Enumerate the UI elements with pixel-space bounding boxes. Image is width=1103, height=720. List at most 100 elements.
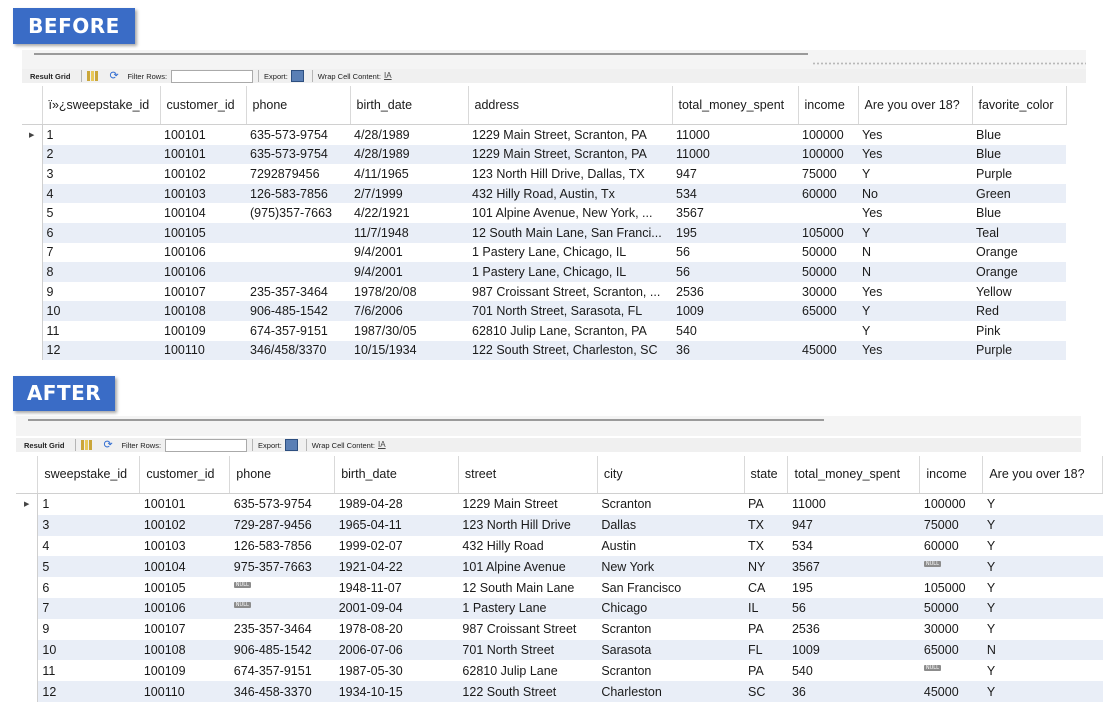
table-cell[interactable]: Blue (972, 144, 1066, 165)
table-row[interactable]: 12 100110 346-458-3370 1934-10-15 122 South … (16, 681, 1103, 702)
table-cell[interactable]: 2536 (672, 282, 798, 302)
table-cell[interactable]: 235-357-3464 (246, 282, 350, 302)
table-cell[interactable]: 11000 (672, 144, 798, 165)
table-cell[interactable]: Yes (858, 203, 972, 223)
table-cell[interactable]: 30000 (920, 619, 983, 640)
table-cell[interactable] (798, 321, 858, 341)
before-column-header-phone[interactable]: phone (246, 86, 351, 125)
table-cell[interactable]: 534 (788, 536, 920, 557)
table-cell[interactable]: Blue (972, 125, 1066, 145)
row-selector[interactable] (22, 203, 43, 223)
table-cell[interactable]: Red (972, 301, 1066, 321)
table-cell[interactable]: 9/4/2001 (350, 243, 468, 263)
table-cell[interactable]: 346/458/3370 (246, 340, 350, 361)
table-cell[interactable]: PA (744, 494, 788, 515)
table-cell[interactable]: 30000 (798, 282, 858, 302)
table-cell[interactable]: 10 (42, 301, 160, 321)
after-column-header-total-money-spent[interactable]: total_money_spent (787, 456, 921, 494)
table-cell[interactable]: 100000 (798, 144, 858, 165)
table-cell[interactable]: 62810 Julip Lane, Scranton, PA (468, 321, 672, 341)
row-selector[interactable] (22, 183, 43, 204)
table-cell[interactable]: 2001-09-04 (334, 597, 459, 619)
table-cell[interactable]: Y (983, 536, 1103, 557)
table-cell[interactable]: 12 South Main Lane (458, 577, 597, 598)
table-cell[interactable]: Y (983, 494, 1103, 515)
table-cell[interactable]: 3567 (787, 556, 920, 578)
row-selector[interactable] (22, 262, 43, 282)
after-column-header-are-you-over-18[interactable]: Are you over 18? (982, 456, 1103, 494)
table-cell[interactable]: 674-357-9151 (230, 660, 335, 681)
before-column-header-total-money-spent[interactable]: total_money_spent (672, 86, 799, 125)
table-cell[interactable]: 11/7/1948 (350, 222, 468, 243)
table-cell[interactable]: FL (744, 639, 788, 661)
table-cell[interactable]: 4/22/1921 (350, 203, 468, 223)
table-cell[interactable]: 100103 (160, 183, 246, 204)
table-row[interactable]: 5 100104 (975)357-7663 4/22/1921 101 Alpine … (22, 203, 1066, 223)
table-cell[interactable]: 12 (42, 340, 160, 361)
row-selector[interactable] (16, 681, 39, 702)
table-cell[interactable]: 906-485-1542 (246, 301, 350, 321)
table-cell[interactable]: NULL (229, 597, 335, 619)
table-cell[interactable]: 1965-04-11 (334, 514, 459, 536)
table-cell[interactable]: N (858, 243, 972, 263)
table-cell[interactable]: N (858, 262, 972, 282)
wrap-cell-icon[interactable]: IA (378, 440, 389, 450)
table-cell[interactable]: 100105 (160, 222, 246, 243)
table-cell[interactable]: 635-573-9754 (246, 144, 350, 165)
table-row[interactable]: 12 100110 346/458/3370 10/15/1934 122 South … (22, 340, 1066, 361)
table-cell[interactable]: 1921-04-22 (334, 556, 459, 578)
table-cell[interactable]: 7/6/2006 (350, 301, 468, 321)
table-cell[interactable]: 6 (42, 222, 160, 243)
table-row[interactable]: 5 100104 975-357-7663 1921-04-22 101 Alpine … (16, 556, 1103, 578)
row-selector[interactable] (22, 340, 43, 361)
table-cell[interactable]: Dallas (597, 514, 745, 536)
table-cell[interactable]: Y (858, 301, 972, 321)
table-cell[interactable]: 1948-11-07 (335, 577, 459, 598)
table-cell[interactable]: PA (744, 619, 788, 640)
table-row[interactable]: 9 100107 235-357-3464 1978/20/08 987 Croissa… (22, 281, 1066, 302)
row-selector[interactable] (16, 618, 39, 640)
table-cell[interactable]: 100110 (139, 681, 230, 702)
table-cell[interactable]: 1987-05-30 (335, 660, 459, 681)
table-cell[interactable]: 105000 (920, 577, 983, 598)
table-cell[interactable]: 9/4/2001 (350, 262, 468, 282)
table-cell[interactable]: 8 (42, 262, 160, 282)
table-cell[interactable]: Y (858, 222, 972, 243)
table-cell[interactable]: 3 (42, 164, 160, 184)
table-cell[interactable]: 1987/30/05 (350, 321, 468, 341)
table-cell[interactable]: 3567 (672, 203, 798, 223)
before-column-header-favorite-color[interactable]: favorite_color (972, 86, 1067, 125)
after-column-header-birth-date[interactable]: birth_date (334, 456, 459, 494)
before-column-header-income[interactable]: income (798, 86, 859, 125)
table-cell[interactable]: 947 (672, 164, 798, 184)
table-cell[interactable]: San Francisco (597, 577, 744, 598)
table-cell[interactable]: Pink (972, 321, 1066, 341)
table-cell[interactable]: 100106 (160, 243, 246, 263)
table-cell[interactable]: Scranton (597, 494, 744, 515)
after-result-grid-tab[interactable]: Result Grid (24, 441, 64, 450)
table-cell[interactable]: 987 Croissant Street, Scranton, ... (468, 282, 672, 302)
table-cell[interactable]: Chicago (597, 597, 745, 619)
table-cell[interactable]: (975)357-7663 (246, 203, 350, 223)
table-cell[interactable]: Y (982, 597, 1103, 619)
table-cell[interactable]: 5 (42, 203, 160, 223)
wrap-cell-icon[interactable]: IA (384, 71, 395, 81)
table-cell[interactable]: 9 (42, 282, 160, 302)
table-row[interactable]: 3 100102 7292879456 4/11/1965 123 North Hill… (22, 164, 1066, 184)
table-cell[interactable]: Y (982, 514, 1103, 536)
table-cell[interactable]: 100108 (139, 639, 230, 661)
row-selector[interactable] (16, 597, 39, 619)
table-cell[interactable]: 1229 Main Street, Scranton, PA (468, 125, 672, 145)
table-cell[interactable]: 100107 (140, 619, 230, 640)
table-cell[interactable]: Orange (972, 262, 1066, 282)
table-cell[interactable]: 534 (672, 183, 798, 204)
table-cell[interactable]: 75000 (798, 164, 858, 184)
table-cell[interactable]: 1989-04-28 (335, 494, 459, 515)
table-cell[interactable]: Sarasota (597, 639, 745, 661)
table-cell[interactable]: 100102 (160, 164, 246, 184)
table-cell[interactable]: NULL (920, 660, 983, 681)
table-cell[interactable]: 2/7/1999 (350, 183, 468, 204)
after-column-header-income[interactable]: income (919, 456, 984, 494)
table-cell[interactable]: 346-458-3370 (229, 681, 335, 702)
row-selector[interactable] (16, 577, 39, 598)
